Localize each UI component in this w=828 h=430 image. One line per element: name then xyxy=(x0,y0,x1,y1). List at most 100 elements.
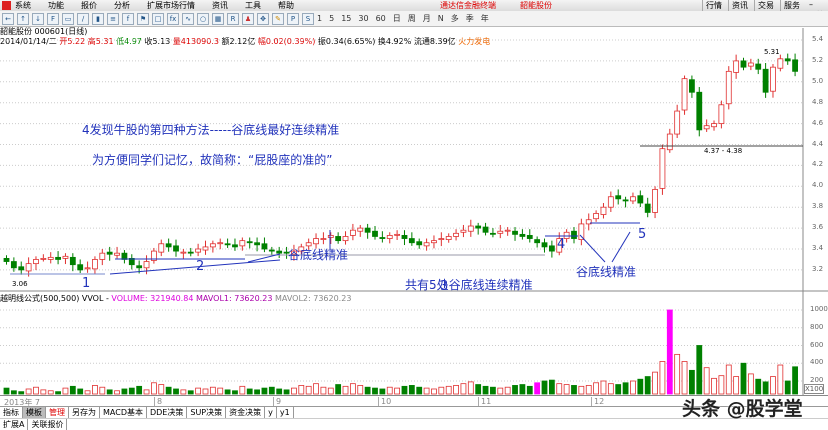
volume-bar xyxy=(784,380,791,395)
annotation-title: 4发现牛股的第四种方法-----谷底线最好连续精准 xyxy=(82,123,340,137)
candle-up xyxy=(114,252,120,256)
volume-bar xyxy=(173,388,179,395)
candle-down xyxy=(490,232,496,235)
candle-down xyxy=(740,60,747,68)
volume-bar xyxy=(637,378,644,395)
candle-up xyxy=(453,232,459,237)
candle-up xyxy=(607,196,614,208)
candle-down xyxy=(615,195,622,200)
tab-macd[interactable]: MACD基本 xyxy=(100,407,147,418)
candle-up xyxy=(320,238,327,240)
candle-up xyxy=(777,58,784,69)
volume-bar xyxy=(630,380,636,395)
volume-bar xyxy=(674,353,681,395)
volume-bar xyxy=(128,387,135,395)
candle-up xyxy=(47,256,54,260)
candle-up xyxy=(659,148,666,189)
volume-bar xyxy=(313,383,319,395)
volume-bar xyxy=(762,381,769,395)
tab-related-quotes[interactable]: 关联报价 xyxy=(28,419,68,430)
volume-bar xyxy=(548,379,555,395)
volume-bar xyxy=(453,385,459,395)
volume-bar xyxy=(25,388,32,395)
volume-bar xyxy=(696,345,703,395)
candle-up xyxy=(342,236,349,242)
volume-bar xyxy=(305,385,312,395)
volume-bar xyxy=(401,385,408,395)
volume-bar xyxy=(209,386,216,395)
kline-chart[interactable] xyxy=(0,0,828,430)
volume-bar xyxy=(747,373,754,395)
tab-indicator[interactable]: 指标 xyxy=(0,407,23,418)
price-tick: 3.2 xyxy=(812,264,824,273)
tab-manage[interactable]: 管理 xyxy=(46,407,69,418)
volume-formula-name[interactable]: 越明线公式(500,500) VVOL - xyxy=(0,294,109,303)
candle-up xyxy=(445,236,452,240)
candle-up xyxy=(195,248,202,253)
candle-up xyxy=(143,261,150,269)
candle-up xyxy=(394,233,401,236)
candle-up xyxy=(770,66,776,92)
candle-up xyxy=(327,235,334,238)
volume-bar xyxy=(92,385,98,395)
tab-save-as[interactable]: 另存为 xyxy=(69,407,100,418)
candle-up xyxy=(666,133,673,151)
candle-down xyxy=(637,195,644,204)
volume-bar xyxy=(136,385,143,395)
candle-down xyxy=(408,238,415,244)
candle-down xyxy=(276,250,283,254)
price-tick: 5.0 xyxy=(812,76,824,85)
price-tick: 4.0 xyxy=(812,181,824,190)
volume-bar xyxy=(600,380,607,395)
tab-extension-a[interactable]: 扩展A xyxy=(0,419,29,430)
candle-up xyxy=(718,104,725,125)
bottom-label-2: 2 xyxy=(196,259,205,274)
candle-up xyxy=(467,225,474,232)
volume-bar xyxy=(408,385,415,395)
candle-down xyxy=(165,243,172,248)
candle-up xyxy=(386,235,393,239)
tab-template[interactable]: 模板 xyxy=(23,407,46,418)
tab-dde[interactable]: DDE决策 xyxy=(147,407,188,418)
candle-down xyxy=(364,227,371,233)
tab-y1[interactable]: y1 xyxy=(277,407,294,418)
volume-unit: X100 xyxy=(804,384,825,394)
candle-up xyxy=(423,242,430,247)
tab-y[interactable]: y xyxy=(265,407,277,418)
candle-up xyxy=(630,196,636,202)
tab-fund[interactable]: 资金决策 xyxy=(226,407,266,418)
candle-down xyxy=(224,243,231,246)
volume-bar xyxy=(327,387,334,395)
volume-header: 越明线公式(500,500) VVOL - VOLUME: 321940.84 … xyxy=(0,293,351,304)
volume-bar xyxy=(534,382,541,395)
price-tick: 5.4 xyxy=(812,35,824,43)
volume-bar xyxy=(69,385,76,395)
volume-bar xyxy=(372,387,378,395)
mavol2-value: MAVOL2: 73620.23 xyxy=(274,294,352,303)
candle-down xyxy=(372,230,378,237)
volume-bar xyxy=(475,384,482,395)
volume-bar xyxy=(394,387,401,395)
candle-up xyxy=(180,251,187,254)
volume-bar xyxy=(792,366,798,395)
volume-bar xyxy=(150,382,157,395)
tab-sup[interactable]: SUP决策 xyxy=(187,407,227,418)
volume-bar xyxy=(239,385,246,395)
volume-tick: 400 xyxy=(810,358,824,367)
volume-bar xyxy=(180,389,187,395)
volume-bar xyxy=(357,385,364,395)
candle-up xyxy=(703,125,710,130)
volume-bar xyxy=(349,383,356,395)
candle-down xyxy=(534,239,541,244)
candle-up xyxy=(239,240,246,247)
watermark: 头条 @股学堂 xyxy=(682,398,803,420)
candle-down xyxy=(571,230,577,239)
date-tick: 8 xyxy=(154,397,162,406)
price-tick: 3.4 xyxy=(812,244,824,252)
volume-bars xyxy=(0,309,803,395)
candle-up xyxy=(33,259,39,265)
candle-up xyxy=(733,60,740,73)
candle-down xyxy=(762,68,769,93)
price-tick: 3.8 xyxy=(812,202,824,211)
volume-bar xyxy=(770,376,776,395)
